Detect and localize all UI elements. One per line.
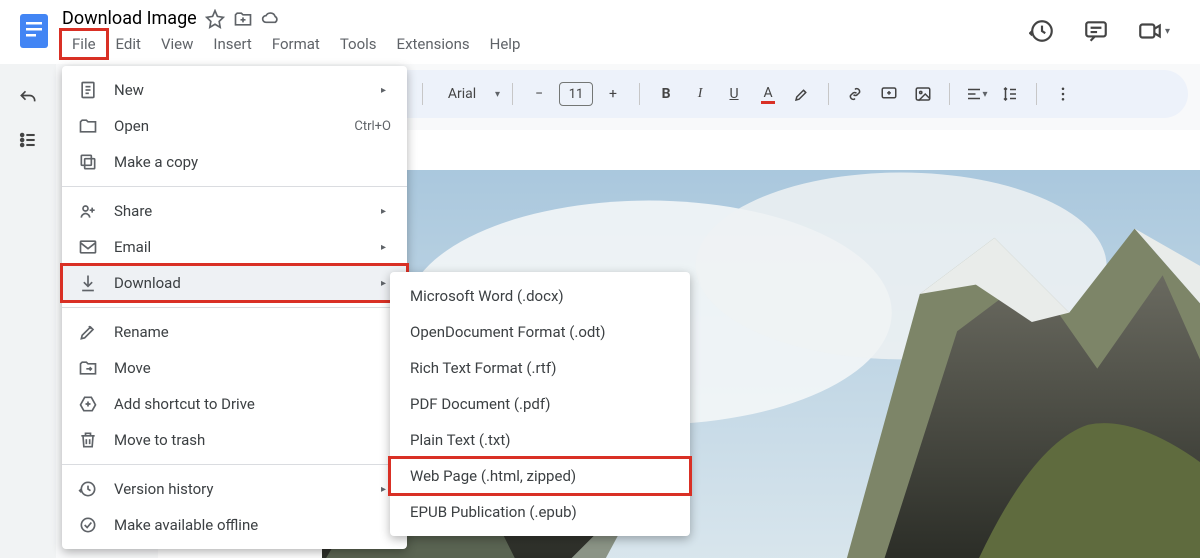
- download-pdf[interactable]: PDF Document (.pdf): [390, 386, 690, 422]
- outline-icon[interactable]: [18, 130, 38, 150]
- meet-button[interactable]: ▾: [1137, 18, 1170, 44]
- bold-button[interactable]: B: [652, 79, 680, 109]
- undo-icon[interactable]: [18, 88, 38, 108]
- font-selector[interactable]: Arial: [435, 79, 489, 109]
- file-menu-email[interactable]: Email ▸: [62, 229, 407, 265]
- more-tools-button[interactable]: [1049, 79, 1077, 109]
- chevron-down-icon: ▾: [1165, 26, 1170, 37]
- file-menu-offline[interactable]: Make available offline: [62, 507, 407, 543]
- menu-insert[interactable]: Insert: [203, 31, 261, 57]
- insert-link-button[interactable]: [841, 79, 869, 109]
- download-odt[interactable]: OpenDocument Format (.odt): [390, 314, 690, 350]
- drive-shortcut-icon: [78, 394, 98, 414]
- menubar: File Edit View Insert Format Tools Exten…: [62, 31, 1029, 57]
- chevron-down-icon: ▾: [495, 89, 500, 100]
- copy-icon: [78, 152, 98, 172]
- file-menu-copy[interactable]: Make a copy: [62, 144, 407, 180]
- docs-logo[interactable]: [14, 10, 54, 50]
- menu-tools[interactable]: Tools: [330, 31, 387, 57]
- submenu-arrow-icon: ▸: [381, 206, 391, 217]
- download-rtf[interactable]: Rich Text Format (.rtf): [390, 350, 690, 386]
- cloud-status-icon[interactable]: [261, 9, 281, 29]
- header-actions: ▾: [1029, 0, 1200, 44]
- menu-extensions[interactable]: Extensions: [387, 31, 480, 57]
- add-comment-button[interactable]: [875, 79, 903, 109]
- download-epub[interactable]: EPUB Publication (.epub): [390, 494, 690, 530]
- comment-icon[interactable]: [1083, 18, 1109, 44]
- history-icon[interactable]: [1029, 18, 1055, 44]
- menu-format[interactable]: Format: [262, 31, 330, 57]
- move-icon[interactable]: [233, 9, 253, 29]
- new-doc-icon: [78, 80, 98, 100]
- history-icon: [78, 479, 98, 499]
- file-menu-open[interactable]: Open Ctrl+O: [62, 108, 407, 144]
- doc-title[interactable]: Download Image: [62, 8, 197, 29]
- download-html[interactable]: Web Page (.html, zipped): [390, 458, 690, 494]
- menu-edit[interactable]: Edit: [106, 31, 151, 57]
- highlight-color-button[interactable]: [788, 79, 816, 109]
- offline-icon: [78, 515, 98, 535]
- file-menu: New ▸ Open Ctrl+O Make a copy Share ▸ Em…: [62, 66, 407, 549]
- menu-help[interactable]: Help: [480, 31, 531, 57]
- app-header: Download Image File Edit View Insert For…: [0, 0, 1200, 64]
- trash-icon: [78, 430, 98, 450]
- submenu-arrow-icon: ▸: [381, 242, 391, 253]
- menu-file[interactable]: File: [62, 31, 106, 57]
- file-menu-trash[interactable]: Move to trash: [62, 422, 407, 458]
- italic-button[interactable]: I: [686, 79, 714, 109]
- rename-icon: [78, 322, 98, 342]
- menu-view[interactable]: View: [151, 31, 203, 57]
- email-icon: [78, 237, 98, 257]
- star-icon[interactable]: [205, 9, 225, 29]
- download-icon: [78, 273, 98, 293]
- share-icon: [78, 201, 98, 221]
- left-rail: [0, 64, 56, 558]
- file-menu-rename[interactable]: Rename: [62, 314, 407, 350]
- file-menu-share[interactable]: Share ▸: [62, 193, 407, 229]
- download-submenu: Microsoft Word (.docx) OpenDocument Form…: [390, 272, 690, 536]
- move-folder-icon: [78, 358, 98, 378]
- file-menu-version[interactable]: Version history ▸: [62, 471, 407, 507]
- underline-button[interactable]: U: [720, 79, 748, 109]
- submenu-arrow-icon: ▸: [381, 85, 391, 96]
- folder-icon: [78, 116, 98, 136]
- file-menu-new[interactable]: New ▸: [62, 72, 407, 108]
- text-color-button[interactable]: A: [754, 79, 782, 109]
- increase-font-button[interactable]: +: [599, 79, 627, 109]
- insert-image-button[interactable]: [909, 79, 937, 109]
- file-menu-move[interactable]: Move: [62, 350, 407, 386]
- file-menu-shortcut[interactable]: Add shortcut to Drive: [62, 386, 407, 422]
- decrease-font-button[interactable]: −: [525, 79, 553, 109]
- line-spacing-button[interactable]: [996, 79, 1024, 109]
- download-txt[interactable]: Plain Text (.txt): [390, 422, 690, 458]
- font-size-input[interactable]: 11: [559, 82, 593, 106]
- align-button[interactable]: ▾: [962, 79, 990, 109]
- download-docx[interactable]: Microsoft Word (.docx): [390, 278, 690, 314]
- file-menu-download[interactable]: Download ▸: [62, 265, 407, 301]
